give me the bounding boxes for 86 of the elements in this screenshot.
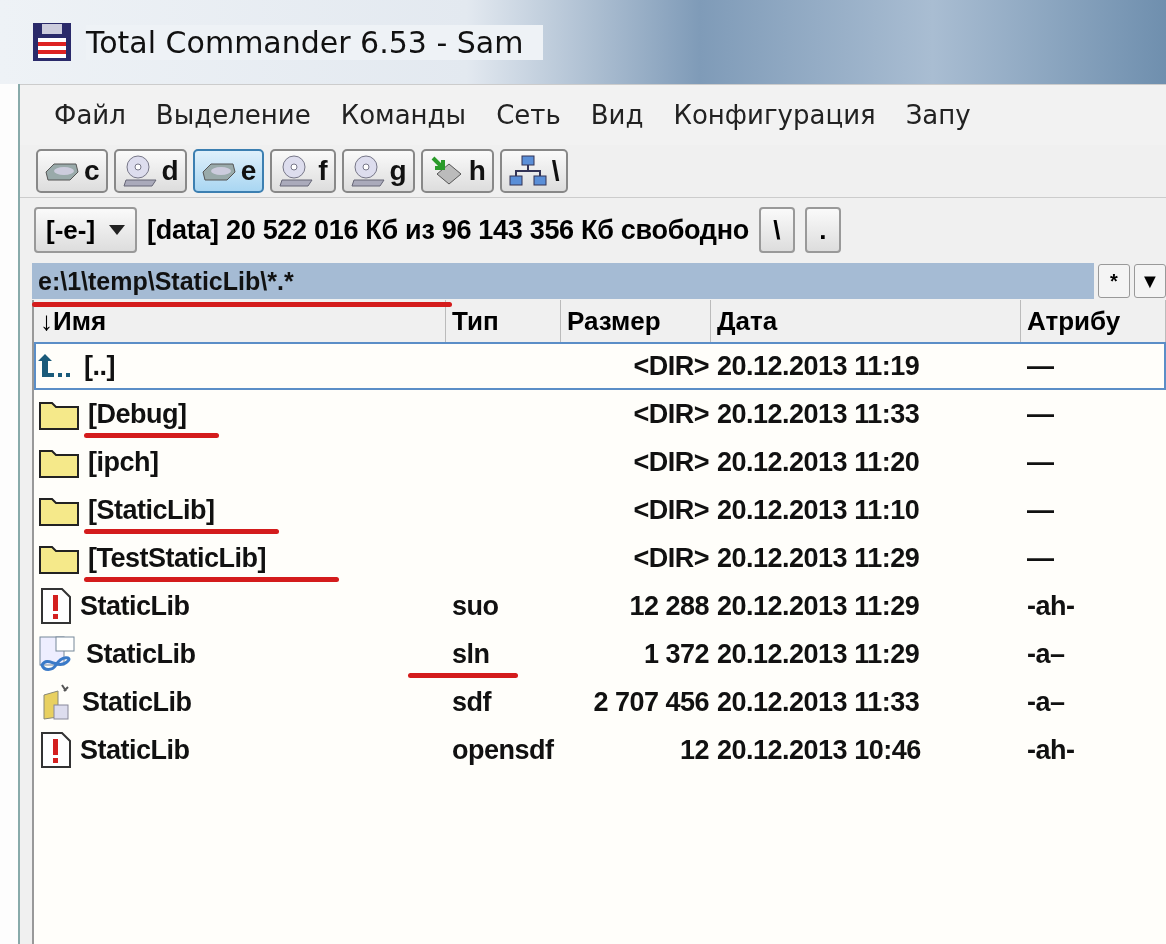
file-date: 20.12.2013 11:29 (716, 638, 921, 670)
hard-drive-icon (44, 160, 80, 182)
path-button[interactable]: * (1098, 264, 1130, 298)
current-path: e:\1\temp\StaticLib\*.* (38, 266, 294, 296)
column-header[interactable]: Размер (561, 300, 711, 342)
file-size: <DIR> (632, 350, 710, 382)
file-name: StaticLib (79, 734, 191, 766)
file-attributes: — (1026, 494, 1055, 526)
file-attributes: -a– (1026, 638, 1066, 670)
file-row[interactable]: [..] <DIR> 20.12.2013 11:19 — (34, 342, 1166, 390)
dropdown-arrow-icon (109, 225, 126, 235)
window-title: Total Commander 6.53 - Sam (86, 24, 544, 60)
file-row[interactable]: StaticLib sln 1 372 20.12.2013 11:29 -a– (34, 630, 1166, 678)
drive-button[interactable]: f (270, 149, 336, 193)
file-date: 20.12.2013 11:29 (716, 590, 921, 622)
file-row[interactable]: [Debug] <DIR> 20.12.2013 11:33 — (34, 390, 1166, 438)
drive-button[interactable]: d (113, 149, 187, 193)
column-header[interactable]: Дата (711, 300, 1021, 342)
column-header[interactable]: Атрибу (1021, 300, 1166, 342)
file-date: 20.12.2013 11:10 (716, 494, 921, 526)
column-header[interactable]: ↓Имя (34, 300, 446, 342)
file-size: 12 288 (628, 590, 710, 622)
file-row[interactable]: [StaticLib] <DIR> 20.12.2013 11:10 — (34, 486, 1166, 534)
file-name: [TestStaticLib] (84, 542, 270, 574)
menu-item[interactable]: Запу (905, 100, 971, 130)
file-date: 20.12.2013 11:29 (716, 542, 921, 574)
drive-button[interactable]: e (192, 149, 265, 193)
file-name: StaticLib (81, 686, 193, 718)
hard-drive-icon (200, 160, 237, 182)
cd-drive-icon (121, 154, 158, 188)
file-name: [StaticLib] (84, 494, 219, 526)
cd-drive-icon (349, 154, 386, 188)
file-name: [..] (83, 350, 116, 382)
cd-drive-icon (278, 154, 315, 188)
file-name: StaticLib (85, 638, 197, 670)
path-button[interactable]: ▼ (1134, 264, 1166, 298)
menu-item[interactable]: Вид (590, 100, 644, 130)
file-row[interactable]: [TestStaticLib] <DIR> 20.12.2013 11:29 — (34, 534, 1166, 582)
file-size: 12 (678, 734, 710, 766)
file-size: 2 707 456 (592, 686, 710, 718)
file-name: [ipch] (87, 446, 160, 478)
file-size: <DIR> (632, 446, 710, 478)
file-row[interactable]: StaticLib opensdf 12 20.12.2013 10:46 -ah- (34, 726, 1166, 774)
menu-item[interactable]: Файл (54, 100, 126, 130)
file-size: <DIR> (632, 398, 710, 430)
drive-button[interactable]: g (341, 149, 415, 193)
drive-button[interactable]: c (36, 149, 108, 193)
warning-file-icon (38, 587, 72, 625)
drive-button[interactable]: h (420, 149, 494, 193)
file-row[interactable]: [ipch] <DIR> 20.12.2013 11:20 — (34, 438, 1166, 486)
file-attributes: -a– (1026, 686, 1066, 718)
free-space-text: [data] 20 522 016 Кб из 96 143 356 Кб свободно (147, 214, 749, 246)
menu-item[interactable]: Команды (340, 100, 467, 130)
file-attributes: — (1026, 350, 1055, 382)
file-size: 1 372 (642, 638, 710, 670)
file-date: 20.12.2013 11:20 (716, 446, 921, 478)
toolbar-button[interactable]: \ (758, 207, 795, 253)
network-icon (507, 154, 548, 188)
column-header[interactable]: Тип (446, 300, 561, 342)
file-row[interactable]: StaticLib suo 12 288 20.12.2013 11:29 -ah- (34, 582, 1166, 630)
drive-button[interactable]: \ (499, 149, 568, 193)
file-type: opensdf (451, 734, 555, 766)
solution-file-icon (38, 635, 78, 673)
warning-file-icon (38, 731, 72, 769)
file-type: suo (451, 590, 500, 622)
file-size: <DIR> (632, 542, 710, 574)
file-attributes: — (1026, 542, 1055, 574)
file-attributes: -ah- (1026, 590, 1076, 622)
file-attributes: — (1026, 446, 1055, 478)
file-date: 20.12.2013 10:46 (716, 734, 922, 766)
menu-item[interactable]: Сеть (496, 100, 561, 130)
file-row[interactable]: StaticLib sdf 2 707 456 20.12.2013 11:33 -a– (34, 678, 1166, 726)
file-name: [Debug] (84, 398, 191, 430)
file-attributes: -ah- (1026, 734, 1076, 766)
file-type: sln (448, 638, 494, 670)
toolbar-button[interactable]: . (804, 207, 841, 253)
file-size: <DIR> (632, 494, 710, 526)
menu-item[interactable]: Выделение (155, 100, 311, 130)
file-date: 20.12.2013 11:33 (716, 686, 921, 718)
file-date: 20.12.2013 11:19 (716, 350, 921, 382)
file-attributes: — (1026, 398, 1055, 430)
file-name: StaticLib (79, 590, 191, 622)
file-type: sdf (451, 686, 493, 718)
file-date: 20.12.2013 11:33 (716, 398, 921, 430)
menu-item[interactable]: Конфигурация (673, 100, 876, 130)
drive-dropdown[interactable]: [-e-] (34, 207, 138, 253)
